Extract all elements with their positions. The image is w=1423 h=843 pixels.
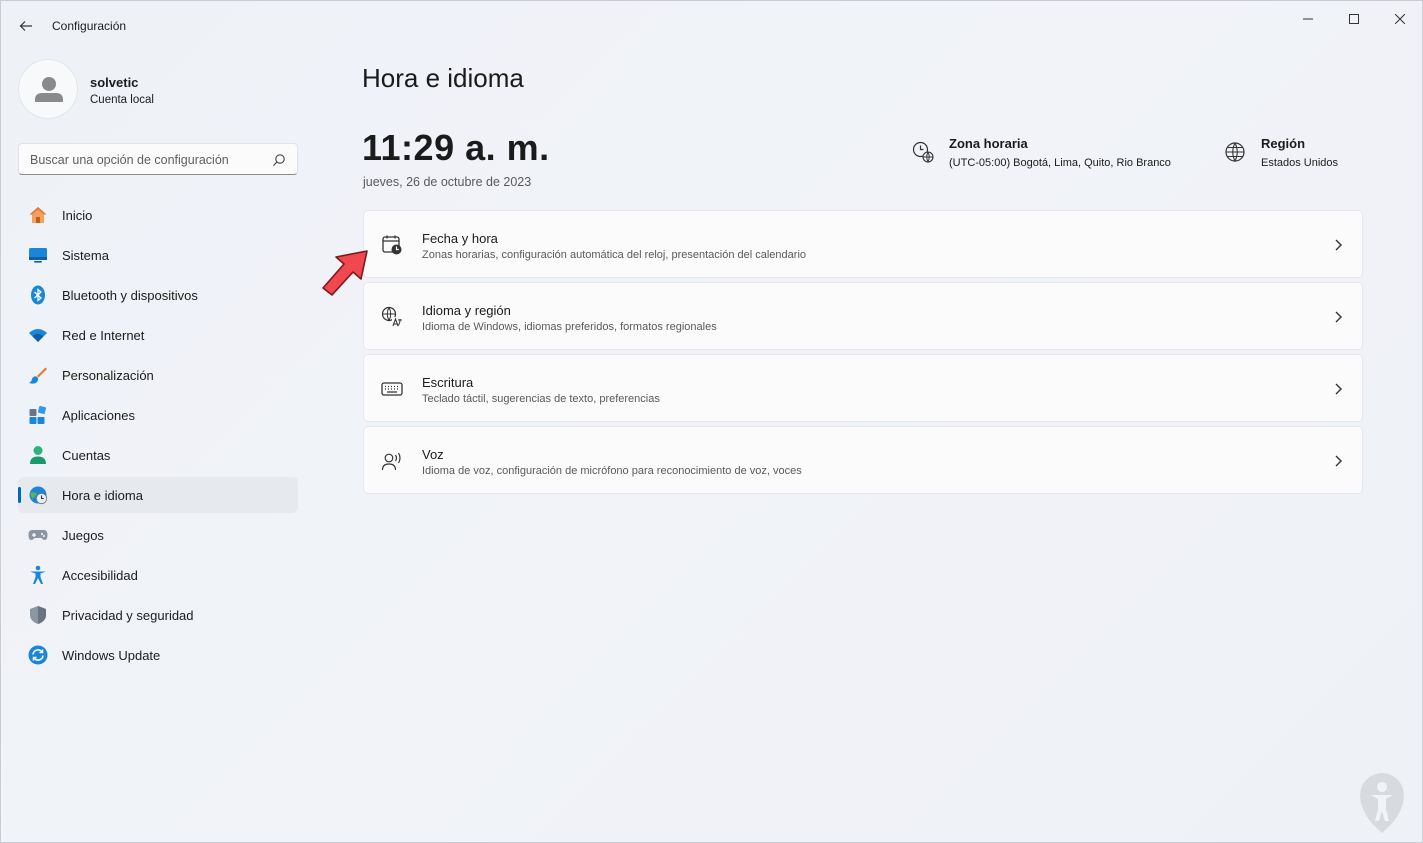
sidebar-item-cuentas[interactable]: Cuentas (18, 437, 298, 473)
settings-window: Configuración solvetic Cuenta local Busc… (0, 0, 1423, 843)
apps-icon (29, 405, 47, 424)
card-title: Idioma y región (422, 303, 511, 318)
sidebar-item-label: Personalización (62, 368, 154, 383)
clock-globe-icon (29, 486, 48, 505)
close-button[interactable] (1377, 7, 1423, 31)
region-info: Región Estados Unidos (1224, 135, 1364, 175)
timezone-title: Zona horaria (949, 136, 1028, 151)
timezone-info: Zona horaria (UTC-05:00) Bogotá, Lima, Q… (912, 135, 1202, 175)
sidebar-item-red[interactable]: Red e Internet (18, 317, 298, 353)
sidebar-item-label: Aplicaciones (62, 408, 135, 423)
sidebar-item-aplicaciones[interactable]: Aplicaciones (18, 397, 298, 433)
sidebar-item-bluetooth[interactable]: Bluetooth y dispositivos (18, 277, 298, 313)
sidebar-item-label: Privacidad y seguridad (62, 608, 194, 623)
sidebar-item-personalizacion[interactable]: Personalización (18, 357, 298, 393)
region-title: Región (1261, 136, 1306, 151)
title-bar: Configuración (1, 1, 1422, 51)
card-idioma-region[interactable]: Idioma y región Idioma de Windows, idiom… (363, 282, 1363, 350)
gamepad-icon (28, 530, 48, 540)
update-icon (28, 645, 48, 665)
chevron-right-icon (1335, 383, 1342, 395)
globe-icon (1225, 142, 1245, 163)
watermark-logo-icon (1360, 773, 1404, 833)
close-icon (1395, 14, 1405, 24)
account-type: Cuenta local (90, 94, 154, 106)
language-icon (381, 306, 402, 327)
sidebar-item-label: Hora e idioma (62, 488, 143, 503)
current-time: 11:29 a. m. (362, 127, 550, 168)
card-description: Idioma de Windows, idiomas preferidos, f… (422, 321, 717, 333)
bluetooth-icon (31, 285, 45, 305)
maximize-icon (1349, 14, 1359, 24)
sidebar-item-label: Inicio (62, 208, 93, 223)
sidebar-item-hora-idioma[interactable]: Hora e idioma (18, 477, 298, 513)
sidebar-item-privacidad[interactable]: Privacidad y seguridad (18, 597, 298, 633)
search-placeholder: Buscar una opción de configuración (30, 153, 229, 167)
sidebar-item-label: Accesibilidad (62, 568, 138, 583)
minimize-button[interactable] (1285, 7, 1331, 31)
user-profile[interactable]: solvetic Cuenta local (18, 59, 298, 119)
clock-globe-outline-icon (912, 141, 934, 163)
user-avatar-icon (35, 77, 63, 102)
annotation-arrow-icon (322, 250, 368, 296)
avatar (18, 59, 78, 119)
sidebar-item-label: Juegos (62, 528, 104, 543)
calendar-clock-icon (382, 235, 402, 255)
minimize-icon (1303, 18, 1313, 20)
sidebar-item-label: Bluetooth y dispositivos (62, 288, 198, 303)
sidebar-item-inicio[interactable]: Inicio (18, 197, 298, 233)
region-value: Estados Unidos (1261, 157, 1339, 169)
chevron-right-icon (1335, 311, 1342, 323)
maximize-button[interactable] (1331, 7, 1377, 31)
user-name: solvetic (90, 75, 139, 90)
sidebar-item-juegos[interactable]: Juegos (18, 517, 298, 553)
person-icon (30, 446, 46, 464)
card-title: Voz (422, 447, 444, 462)
timezone-value: (UTC-05:00) Bogotá, Lima, Quito, Rio Bra… (949, 157, 1171, 169)
chevron-right-icon (1335, 455, 1342, 467)
card-voz[interactable]: Voz Idioma de voz, configuración de micr… (363, 426, 1363, 494)
sidebar-item-label: Sistema (62, 248, 109, 263)
speech-icon (381, 452, 401, 471)
home-icon (29, 207, 47, 223)
search-icon (273, 154, 285, 166)
card-description: Zonas horarias, configuración automática… (422, 249, 807, 261)
sidebar-nav: Inicio Sistema Bluetooth y dispositivos … (18, 197, 298, 677)
sidebar-item-accesibilidad[interactable]: Accesibilidad (18, 557, 298, 593)
card-title: Escritura (422, 375, 474, 390)
card-fecha-hora[interactable]: Fecha y hora Zonas horarias, configuraci… (363, 210, 1363, 278)
current-date: jueves, 26 de octubre de 2023 (363, 175, 532, 189)
sidebar-item-label: Red e Internet (62, 328, 145, 343)
card-escritura[interactable]: Escritura Teclado táctil, sugerencias de… (363, 354, 1363, 422)
card-description: Idioma de voz, configuración de micrófon… (422, 465, 802, 477)
brush-icon (29, 367, 47, 384)
card-title: Fecha y hora (422, 231, 498, 246)
wifi-icon (29, 329, 47, 342)
sidebar-item-sistema[interactable]: Sistema (18, 237, 298, 273)
search-input[interactable]: Buscar una opción de configuración (18, 143, 298, 175)
sidebar-item-windows-update[interactable]: Windows Update (18, 637, 298, 673)
page-title: Hora e idioma (362, 63, 524, 93)
monitor-icon (29, 248, 47, 263)
sidebar-item-label: Windows Update (62, 648, 161, 663)
sidebar-item-label: Cuentas (62, 448, 111, 463)
chevron-right-icon (1335, 239, 1342, 251)
app-title: Configuración (52, 19, 127, 33)
accessibility-icon (30, 565, 46, 584)
card-description: Teclado táctil, sugerencias de texto, pr… (422, 393, 660, 405)
back-button[interactable] (15, 15, 37, 37)
back-arrow-icon (19, 21, 32, 31)
keyboard-icon (381, 382, 403, 396)
shield-icon (30, 606, 46, 624)
